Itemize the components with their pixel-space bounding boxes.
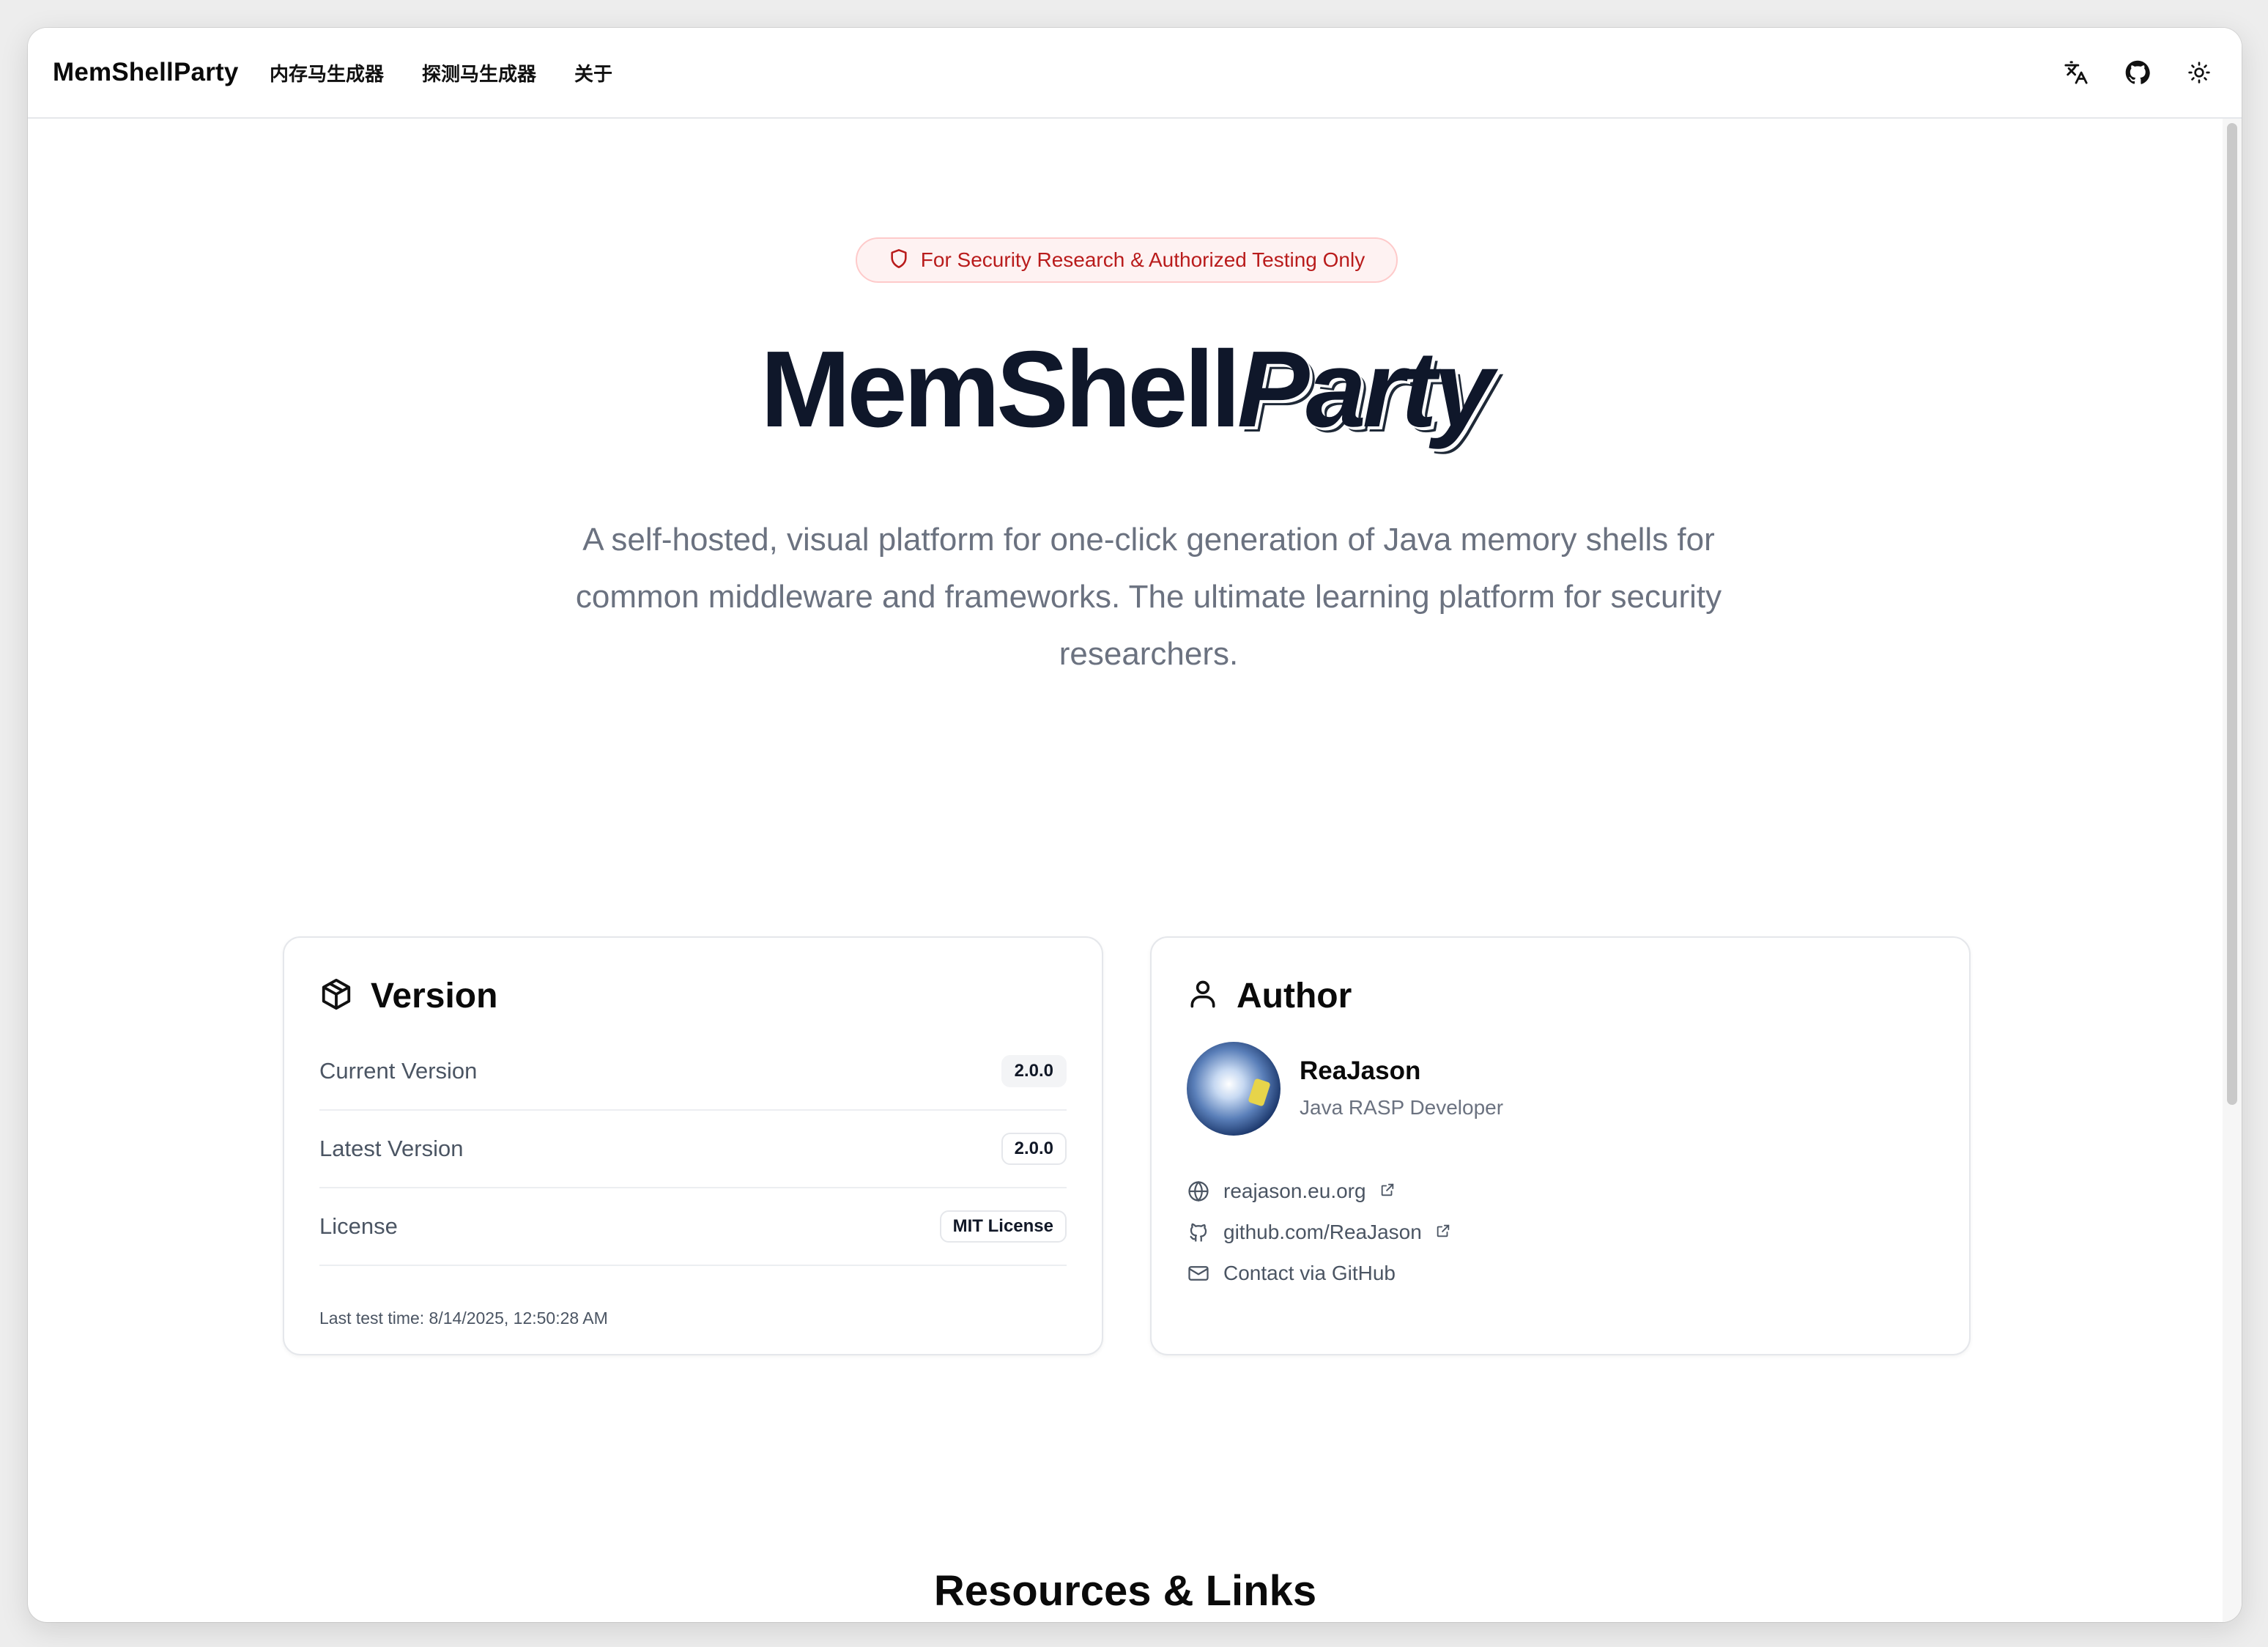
- sun-icon[interactable]: [2184, 58, 2214, 87]
- brand-logo[interactable]: MemShellParty: [53, 28, 239, 117]
- author-links: reajason.eu.org github.com/ReaJason Cont…: [1187, 1171, 1451, 1294]
- avatar: [1187, 1042, 1281, 1136]
- external-link-icon: [1435, 1221, 1451, 1244]
- mail-icon: [1187, 1262, 1210, 1285]
- scrollbar-thumb[interactable]: [2227, 123, 2237, 1105]
- browser-window: MemShellParty 内存马生成器 探测马生成器 关于 For Secur…: [28, 28, 2242, 1622]
- security-notice-badge: For Security Research & Authorized Testi…: [856, 237, 1398, 283]
- version-row-label: Latest Version: [319, 1136, 464, 1161]
- hero-title: MemShellParty: [28, 336, 2223, 444]
- version-row-current: Current Version 2.0.0: [319, 1033, 1067, 1111]
- author-link-text[interactable]: Contact via GitHub: [1223, 1262, 1396, 1285]
- version-row-license: License MIT License: [319, 1188, 1067, 1266]
- translate-icon[interactable]: [2061, 58, 2091, 87]
- package-icon: [319, 977, 353, 1015]
- author-card-title: Author: [1237, 977, 1352, 1015]
- last-test-time: Last test time: 8/14/2025, 12:50:28 AM: [319, 1309, 608, 1328]
- version-value-badge: 2.0.0: [1001, 1055, 1067, 1087]
- version-card-header: Version: [319, 976, 497, 1016]
- main-nav: 内存马生成器 探测马生成器 关于: [270, 28, 612, 117]
- version-card-title: Version: [371, 977, 498, 1015]
- nav-probe-shell-generator[interactable]: 探测马生成器: [422, 59, 536, 86]
- author-link-website[interactable]: reajason.eu.org: [1187, 1171, 1451, 1212]
- author-role: Java RASP Developer: [1300, 1096, 1504, 1119]
- author-link-github[interactable]: github.com/ReaJason: [1187, 1212, 1451, 1253]
- shield-icon: [889, 248, 909, 273]
- external-link-icon: [1379, 1180, 1396, 1203]
- author-name: ReaJason: [1300, 1056, 1421, 1085]
- version-row-latest: Latest Version 2.0.0: [319, 1111, 1067, 1188]
- version-value-badge: 2.0.0: [1001, 1133, 1067, 1165]
- author-link-text[interactable]: reajason.eu.org: [1223, 1180, 1366, 1203]
- author-card: Author ReaJason Java RASP Developer reaj…: [1150, 936, 1971, 1355]
- version-row-label: Current Version: [319, 1058, 478, 1084]
- github-icon[interactable]: [2123, 58, 2152, 87]
- resources-heading: Resources & Links: [933, 1567, 1317, 1615]
- license-badge: MIT License: [939, 1210, 1067, 1243]
- nav-memshell-generator[interactable]: 内存马生成器: [270, 59, 384, 86]
- version-row-label: License: [319, 1213, 398, 1239]
- top-navbar: MemShellParty 内存马生成器 探测马生成器 关于: [28, 28, 2242, 119]
- version-card: Version Current Version 2.0.0 Latest Ver…: [283, 936, 1103, 1355]
- badge-text: For Security Research & Authorized Testi…: [920, 248, 1365, 271]
- user-icon: [1187, 978, 1219, 1014]
- hero-subtitle: A self-hosted, visual platform for one-c…: [575, 522, 1722, 672]
- hero-title-accent: Party: [1237, 329, 1494, 450]
- github-icon: [1187, 1221, 1210, 1244]
- hero-title-main: MemShell: [760, 329, 1241, 450]
- author-link-contact[interactable]: Contact via GitHub: [1187, 1253, 1451, 1294]
- author-card-header: Author: [1187, 976, 1352, 1016]
- header-actions: [2061, 28, 2214, 117]
- nav-about[interactable]: 关于: [574, 59, 612, 86]
- author-link-text[interactable]: github.com/ReaJason: [1223, 1221, 1422, 1244]
- globe-icon: [1187, 1180, 1210, 1203]
